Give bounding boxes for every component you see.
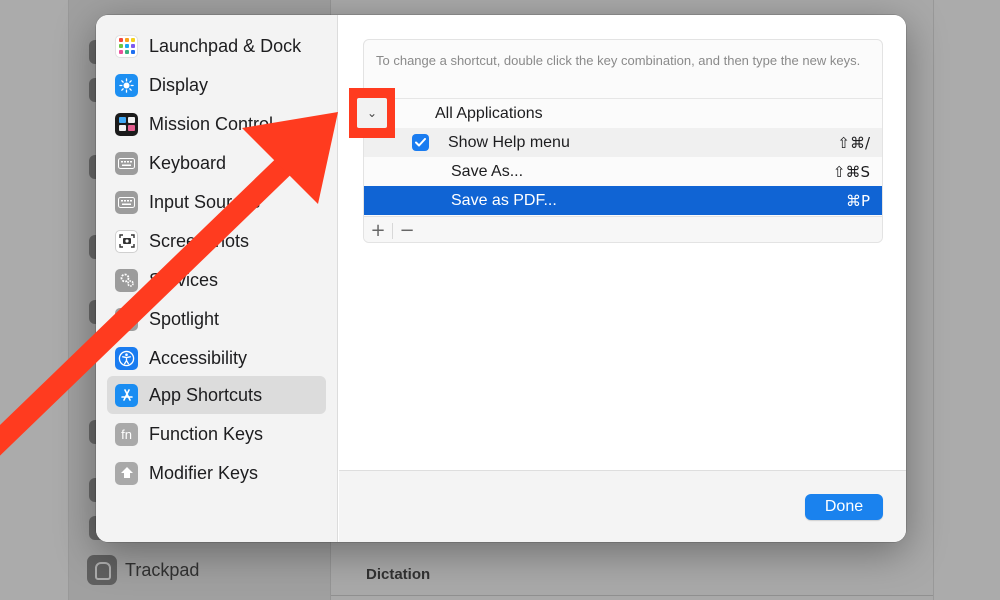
- sidebar-item-modifier-keys[interactable]: Modifier Keys: [107, 454, 326, 492]
- spotlight-icon: [115, 307, 138, 331]
- mission-control-icon: [115, 112, 138, 136]
- keyboard-shortcuts-sheet: Launchpad & Dock Display Mission Control…: [96, 15, 906, 542]
- sidebar-item-app-shortcuts[interactable]: App Shortcuts: [107, 376, 326, 414]
- shortcut-name: Save As...: [451, 162, 524, 180]
- sidebar-item-label: Keyboard: [149, 152, 227, 173]
- shortcut-keys[interactable]: ⇧⌘/: [837, 134, 870, 152]
- sidebar-item-label: Mission Control: [149, 113, 274, 134]
- launchpad-icon: [115, 34, 138, 58]
- sidebar-item-label: App Shortcuts: [149, 384, 263, 405]
- shortcut-keys[interactable]: ⌘P: [846, 192, 870, 210]
- modifier-keys-icon: [115, 461, 138, 485]
- list-toolbar: + −: [364, 216, 882, 242]
- shortcut-row-selected[interactable]: Save as PDF... ⌘P: [364, 186, 882, 215]
- input-sources-icon: [115, 190, 138, 214]
- sidebar-item-accessibility[interactable]: Accessibility: [107, 339, 326, 377]
- sidebar-item-display[interactable]: Display: [107, 66, 326, 104]
- shortcut-name: Save as PDF...: [451, 191, 557, 209]
- sidebar-item-label: Display: [149, 74, 209, 95]
- sidebar-item-label: Services: [149, 269, 219, 290]
- sidebar-item-input-sources[interactable]: Input Sources: [107, 183, 326, 221]
- done-button[interactable]: Done: [805, 494, 883, 520]
- services-icon: [115, 268, 138, 292]
- shortcut-row[interactable]: Show Help menu ⇧⌘/: [364, 128, 882, 157]
- sidebar-item-function-keys[interactable]: fn Function Keys: [107, 415, 326, 453]
- sidebar-item-label: Function Keys: [149, 423, 264, 444]
- group-label: All Applications: [435, 104, 543, 122]
- sidebar-item-spotlight[interactable]: Spotlight: [107, 300, 326, 338]
- sidebar-item-screenshots[interactable]: Screenshots: [107, 222, 326, 260]
- sidebar-item-label: Modifier Keys: [149, 462, 259, 483]
- sidebar-item-mission-control[interactable]: Mission Control: [107, 105, 326, 143]
- enable-checkbox[interactable]: [412, 134, 429, 151]
- sidebar-item-label: Spotlight: [149, 308, 220, 329]
- shortcut-list-panel: To change a shortcut, double click the k…: [363, 39, 883, 243]
- shortcut-keys[interactable]: ⇧⌘S: [833, 163, 870, 181]
- sidebar-item-label: Input Sources: [149, 191, 261, 212]
- sidebar-item-label: Launchpad & Dock: [149, 35, 302, 56]
- shortcut-table: ⌄ All Applications Show Help menu ⇧⌘/ Sa…: [364, 98, 882, 215]
- display-icon: [115, 73, 138, 97]
- shortcuts-sidebar: Launchpad & Dock Display Mission Control…: [96, 15, 338, 542]
- chevron-down-icon[interactable]: ⌄: [366, 99, 382, 128]
- add-shortcut-button[interactable]: +: [364, 220, 392, 242]
- app-shortcuts-icon: [115, 383, 138, 407]
- sheet-footer: Done: [339, 470, 906, 542]
- shortcut-name: Show Help menu: [448, 133, 570, 151]
- accessibility-icon: [115, 346, 138, 370]
- instruction-text: To change a shortcut, double click the k…: [376, 53, 861, 68]
- sidebar-item-launchpad-dock[interactable]: Launchpad & Dock: [107, 27, 326, 65]
- fn-icon: fn: [115, 422, 138, 446]
- keyboard-icon: [115, 151, 138, 175]
- remove-shortcut-button[interactable]: −: [393, 220, 421, 242]
- sidebar-item-keyboard[interactable]: Keyboard: [107, 144, 326, 182]
- shortcuts-main-pane: To change a shortcut, double click the k…: [339, 15, 906, 470]
- sidebar-item-label: Screenshots: [149, 230, 250, 251]
- group-row-all-applications[interactable]: ⌄ All Applications: [364, 99, 882, 128]
- sidebar-item-label: Accessibility: [149, 347, 248, 368]
- shortcut-row[interactable]: Save As... ⇧⌘S: [364, 157, 882, 186]
- screenshots-icon: [115, 229, 138, 253]
- sidebar-item-services[interactable]: Services: [107, 261, 326, 299]
- checkmark-icon: [415, 138, 426, 147]
